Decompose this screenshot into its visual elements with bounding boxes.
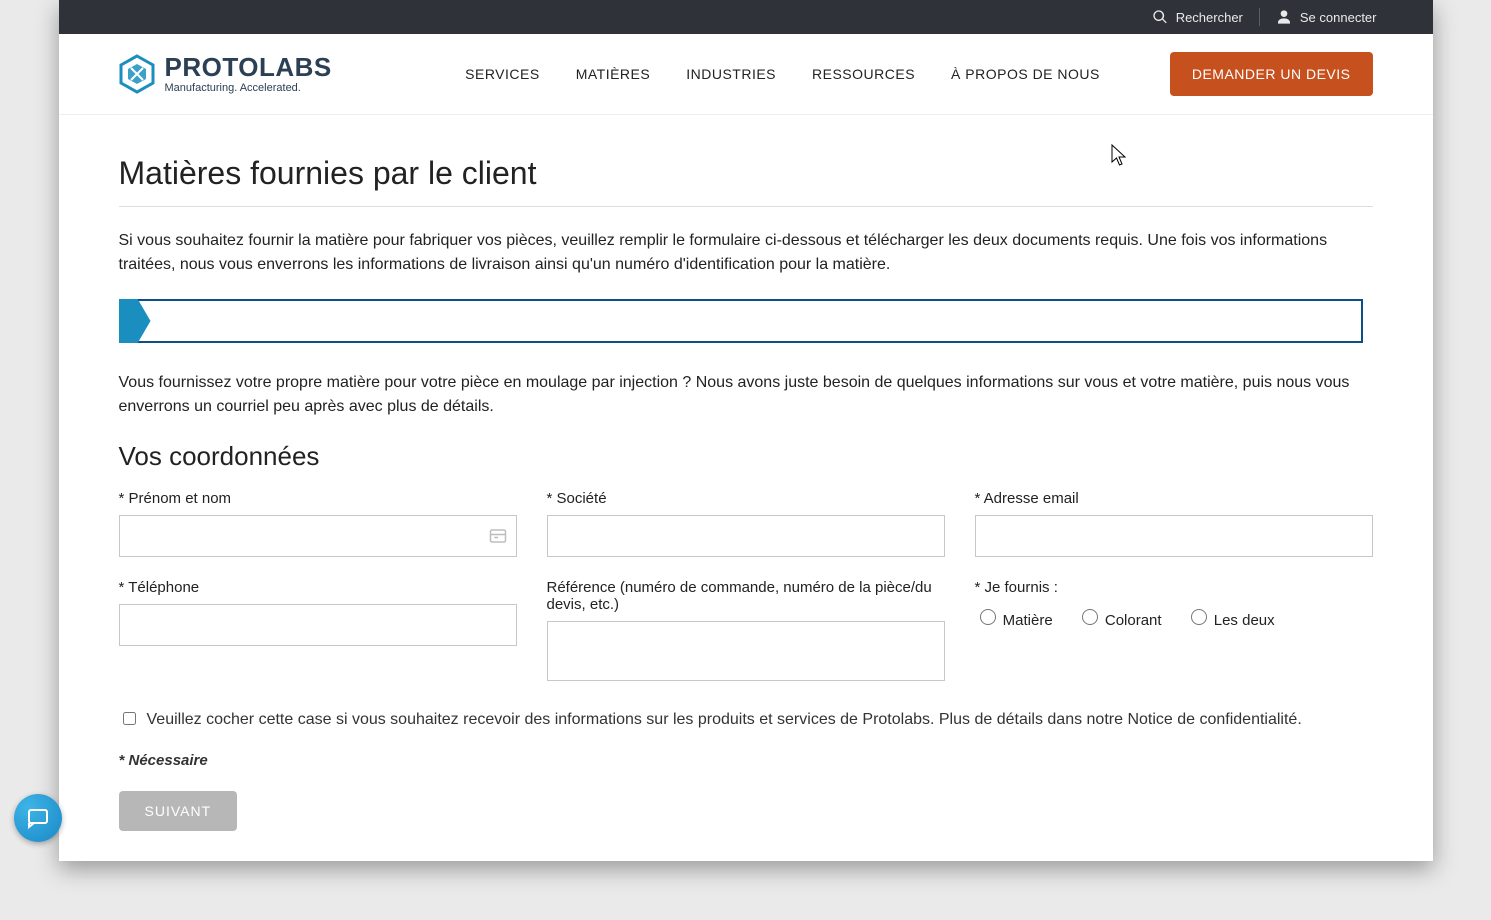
main-nav: PROTOLABS Manufacturing. Accelerated. SE… <box>59 34 1433 115</box>
radio-colorant-label: Colorant <box>1105 612 1162 629</box>
label-reference: Référence (numéro de commande, numéro de… <box>547 579 945 613</box>
page: Rechercher Se connecter PROTOLABS Manufa… <box>59 0 1433 861</box>
radio-both[interactable]: Les deux <box>1186 606 1275 629</box>
brand-name: PROTOLABS <box>165 54 332 80</box>
contact-card-icon <box>489 527 507 545</box>
label-company: * Société <box>547 490 945 507</box>
input-name[interactable] <box>119 515 517 557</box>
nav-services[interactable]: SERVICES <box>465 66 540 82</box>
search-label: Rechercher <box>1176 10 1243 25</box>
title-divider <box>119 206 1373 207</box>
field-company: * Société <box>547 490 945 557</box>
input-phone[interactable] <box>119 604 517 646</box>
radio-material-input[interactable] <box>980 609 996 625</box>
request-quote-button[interactable]: DEMANDER UN DEVIS <box>1170 52 1373 96</box>
nav-industries[interactable]: INDUSTRIES <box>686 66 776 82</box>
nav-materials[interactable]: MATIÈRES <box>576 66 651 82</box>
brand-tagline: Manufacturing. Accelerated. <box>165 82 332 94</box>
page-title: Matières fournies par le client <box>119 155 1373 192</box>
label-email: * Adresse email <box>975 490 1373 507</box>
logo-hex-icon <box>119 54 155 94</box>
radio-both-label: Les deux <box>1214 612 1275 629</box>
input-reference[interactable] <box>547 621 945 681</box>
input-email[interactable] <box>975 515 1373 557</box>
sub-intro-text: Vous fournissez votre propre matière pou… <box>119 371 1373 419</box>
field-reference: Référence (numéro de commande, numéro de… <box>547 579 945 686</box>
progress-indicator <box>119 299 1373 343</box>
form-grid: * Prénom et nom * Société * Adresse emai… <box>119 490 1373 686</box>
consent-checkbox[interactable] <box>123 712 136 725</box>
label-name: * Prénom et nom <box>119 490 517 507</box>
form-section-title: Vos coordonnées <box>119 441 1373 472</box>
signin-link[interactable]: Se connecter <box>1260 9 1393 25</box>
nav-about[interactable]: À PROPOS DE NOUS <box>951 66 1100 82</box>
signin-label: Se connecter <box>1300 10 1377 25</box>
nav-resources[interactable]: RESSOURCES <box>812 66 915 82</box>
search-icon <box>1152 9 1168 25</box>
label-supply: * Je fournis : <box>975 579 1373 596</box>
radio-material[interactable]: Matière <box>975 606 1053 629</box>
label-phone: * Téléphone <box>119 579 517 596</box>
user-icon <box>1276 9 1292 25</box>
brand-logo[interactable]: PROTOLABS Manufacturing. Accelerated. <box>119 54 332 94</box>
radio-material-label: Matière <box>1003 612 1053 629</box>
next-button[interactable]: SUIVANT <box>119 791 238 831</box>
chat-bubble-button[interactable] <box>14 794 62 842</box>
consent-row[interactable]: Veuillez cocher cette case si vous souha… <box>119 708 1373 732</box>
consent-label: Veuillez cocher cette case si vous souha… <box>147 708 1302 732</box>
field-name: * Prénom et nom <box>119 490 517 557</box>
radio-colorant[interactable]: Colorant <box>1077 606 1162 629</box>
required-note: * Nécessaire <box>119 752 1373 769</box>
utility-bar: Rechercher Se connecter <box>59 0 1433 34</box>
chat-icon <box>26 806 50 830</box>
field-phone: * Téléphone <box>119 579 517 686</box>
content: Matières fournies par le client Si vous … <box>59 115 1433 861</box>
intro-text: Si vous souhaitez fournir la matière pou… <box>119 229 1373 277</box>
radio-both-input[interactable] <box>1191 609 1207 625</box>
nav-links: SERVICES MATIÈRES INDUSTRIES RESSOURCES … <box>465 66 1100 82</box>
search-link[interactable]: Rechercher <box>1136 9 1259 25</box>
field-supply: * Je fournis : Matière Colorant Les deux <box>975 579 1373 686</box>
field-email: * Adresse email <box>975 490 1373 557</box>
input-company[interactable] <box>547 515 945 557</box>
radio-colorant-input[interactable] <box>1082 609 1098 625</box>
